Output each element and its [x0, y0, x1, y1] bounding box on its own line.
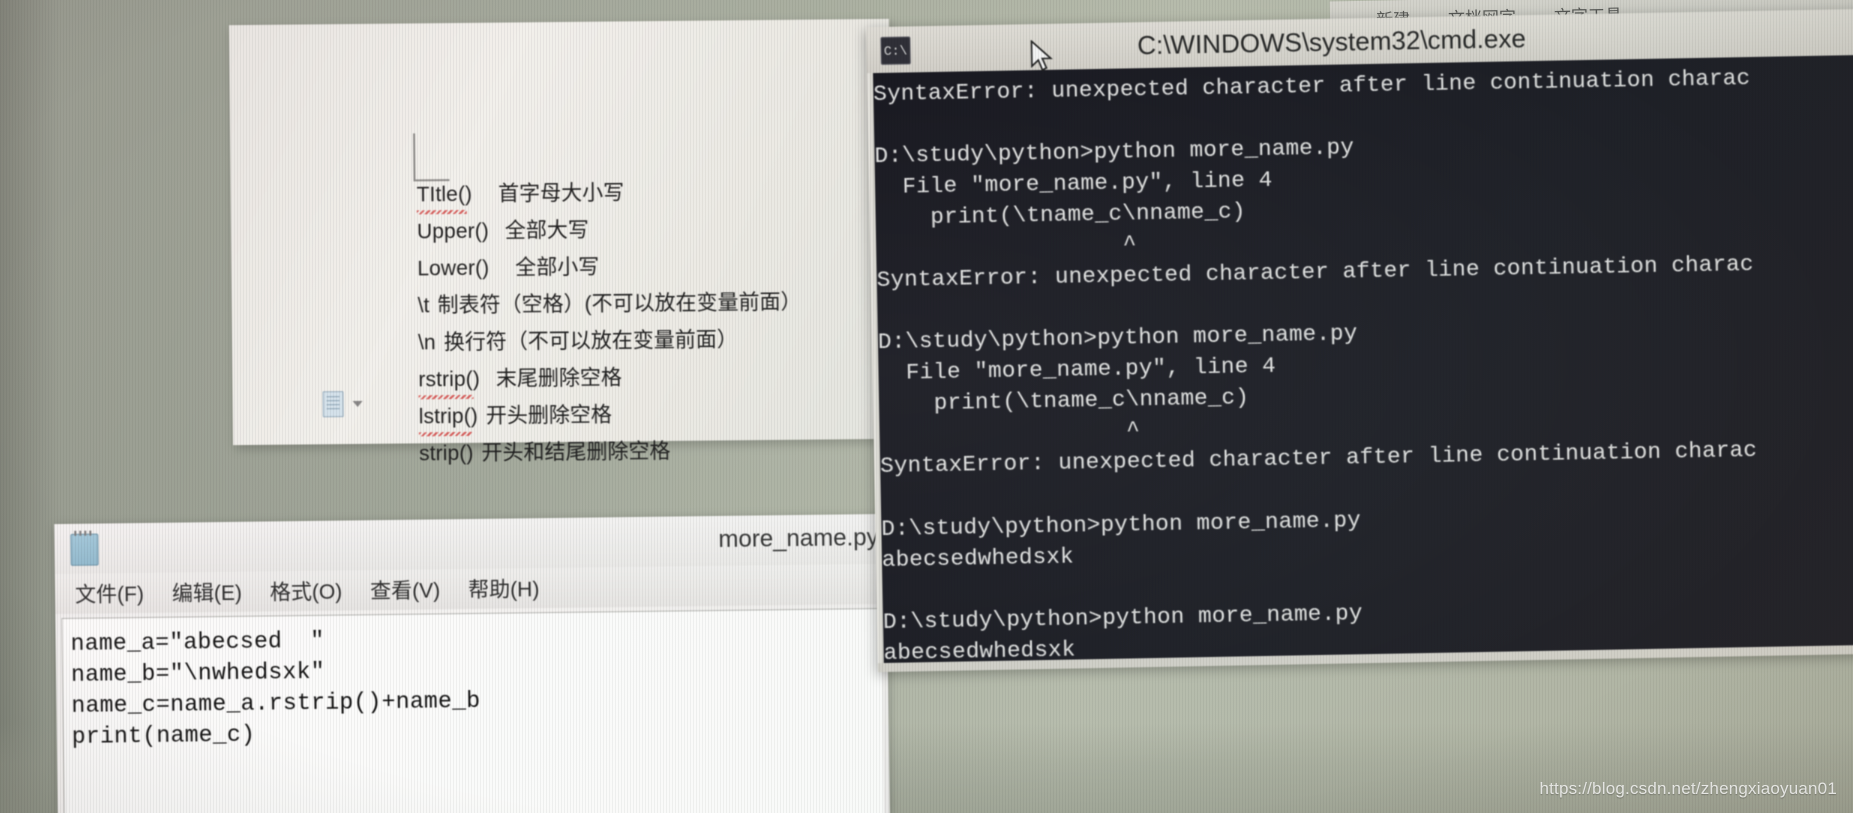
paste-sheet-icon — [322, 391, 344, 418]
document-line: \n 换行符（不可以放在变量前面） — [418, 325, 888, 358]
watermark: https://blog.csdn.net/zhengxiaoyuan01 — [1539, 779, 1837, 798]
document-line-desc: 开头和结尾删除空格 — [481, 439, 671, 465]
screen-photo: 新建 文档网字 文字工具 TItle()首字母大小写Upper()全部大写Low… — [0, 0, 1853, 813]
document-line-key: rstrip() — [418, 366, 480, 396]
notepad-window[interactable]: more_name.py 文件(F) 编辑(E) 格式(O) 查看(V) 帮助(… — [54, 513, 890, 813]
chevron-down-icon[interactable] — [352, 400, 363, 408]
document-line-desc: 全部大写 — [504, 218, 589, 243]
document-line: \t 制表符（空格）(不可以放在变量前面） — [418, 288, 888, 321]
notepad-text-area[interactable]: name_a="abecsed " name_b="\nwhedsxk" nam… — [61, 607, 884, 813]
document-line: TItle() 首字母大小写 — [417, 177, 887, 210]
document-line-key: TItle() — [417, 181, 473, 211]
document-line-desc: 末尾删除空格 — [495, 366, 622, 391]
cmd-console-output[interactable]: SyntaxError: unexpected character after … — [869, 54, 1853, 664]
menu-item-format[interactable]: 格式(O) — [270, 576, 343, 607]
document-line: lstrip() 开头删除空格 — [419, 399, 889, 432]
menu-item-view[interactable]: 查看(V) — [370, 574, 440, 605]
document-line-desc: 换行符（不可以放在变量前面） — [443, 328, 738, 355]
menu-item-edit[interactable]: 编辑(E) — [172, 577, 242, 608]
document-line-key: lstrip() — [419, 403, 478, 433]
notepad-title: more_name.py — [718, 524, 879, 553]
paste-options-icon[interactable] — [322, 391, 363, 418]
document-line-desc: 全部小写 — [515, 255, 600, 280]
document-line-key: \t — [417, 294, 430, 318]
document-line-key: Upper() — [416, 219, 489, 244]
word-document-window[interactable]: TItle() 首字母大小写 Upper() 全部大写 Lower() 全部小写 \t 制表符… — [228, 18, 894, 465]
document-line-key: \n — [417, 331, 436, 355]
document-line: Lower() 全部小写 — [417, 251, 887, 284]
document-line: strip() 开头和结尾删除空格 — [419, 436, 889, 469]
document-line-key: Lower() — [417, 256, 490, 281]
document-line: rstrip() 末尾删除空格 — [418, 362, 888, 395]
document-line-desc: 开头删除空格 — [485, 403, 612, 428]
text-cursor-mark — [413, 133, 450, 182]
menu-item-help[interactable]: 帮助(H) — [468, 573, 540, 604]
document-line: Upper() 全部大写 — [417, 214, 887, 247]
left-shadow — [0, 0, 60, 813]
document-line-key: strip() — [419, 441, 474, 466]
cmd-window[interactable]: C:\ C:\WINDOWS\system32\cmd.exe SyntaxEr… — [866, 8, 1853, 673]
notepad-icon — [70, 533, 99, 566]
document-line-desc: 制表符（空格）(不可以放在变量前面） — [437, 290, 802, 318]
menu-item-file[interactable]: 文件(F) — [75, 578, 144, 609]
notepad-titlebar[interactable]: more_name.py — [54, 513, 887, 575]
document-line-desc: 首字母大小写 — [498, 181, 625, 206]
arrow-pointer-icon — [1030, 39, 1053, 72]
document-text-body: TItle() 首字母大小写 Upper() 全部大写 Lower() 全部小写 \t 制表符… — [417, 177, 890, 477]
